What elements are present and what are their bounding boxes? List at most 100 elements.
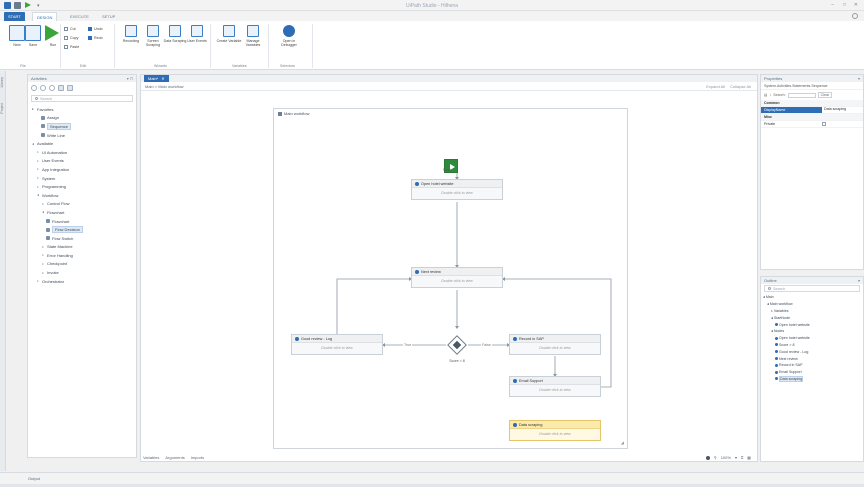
close-button[interactable]: ✕	[854, 2, 858, 8]
outline-item[interactable]: ◂ Main	[763, 294, 863, 301]
expand-arrow-icon[interactable]: ▸	[31, 107, 35, 111]
open-in-debugger-button[interactable]: Open in Debugger	[276, 25, 302, 47]
pin-icon[interactable]: ▾	[858, 278, 860, 283]
outline-item[interactable]: ◂ StartNode	[763, 314, 863, 321]
category-misc[interactable]: Misc	[761, 114, 863, 121]
private-checkbox[interactable]	[822, 122, 826, 126]
run-button[interactable]: Run	[40, 25, 66, 47]
activities-item[interactable]: Flow Decision	[31, 225, 136, 234]
expand-arrow-icon[interactable]: ▹	[36, 167, 40, 171]
activity-next-review[interactable]: Next review Double click to view	[411, 267, 503, 288]
clear-button[interactable]: Clear	[817, 92, 833, 98]
outline-item[interactable]: Open hotel website	[763, 321, 863, 328]
expand-arrow-icon[interactable]: ◂	[771, 329, 773, 333]
activities-search[interactable]: Search	[31, 95, 133, 102]
close-tab-icon[interactable]: ✕	[161, 76, 164, 81]
pin-icon[interactable]: ▾ ⊓	[127, 76, 133, 81]
outline-item[interactable]: Good review - Log	[763, 348, 863, 355]
activity-data-scraping[interactable]: Data scraping Double click to view	[509, 420, 601, 441]
pin-icon[interactable]: ▾	[858, 76, 860, 81]
expand-arrow-icon[interactable]: ▹	[41, 271, 45, 275]
help-icon[interactable]	[852, 13, 858, 19]
outline-item[interactable]: Record in SAP	[763, 362, 863, 369]
output-tab[interactable]: Output	[28, 476, 40, 481]
paste-button[interactable]: Paste	[64, 45, 79, 49]
expand-icon[interactable]	[31, 85, 37, 91]
activities-item[interactable]: Flowchart	[31, 217, 136, 226]
activities-item[interactable]: ▹ Checkpoint	[31, 260, 136, 269]
cut-button[interactable]: Cut	[64, 27, 76, 31]
activity-good-review-log[interactable]: Good review - Log Double click to view	[291, 334, 383, 355]
expand-arrow-icon[interactable]: ◂	[767, 302, 769, 306]
activities-item[interactable]: ▹ App Integration	[31, 165, 136, 174]
expand-arrow-icon[interactable]: ▹	[36, 159, 40, 163]
expand-arrow-icon[interactable]: ▹	[36, 150, 40, 154]
activities-item[interactable]: Assign	[31, 114, 136, 123]
tab-start[interactable]: START	[4, 12, 25, 21]
redo-button[interactable]: Redo	[88, 36, 103, 40]
expand-arrow-icon[interactable]: ◂	[31, 142, 35, 146]
activities-item[interactable]: ▸ Favorites	[31, 105, 136, 114]
expand-arrow-icon[interactable]: ◂	[41, 210, 45, 214]
outline-item[interactable]: Score > 8	[763, 342, 863, 349]
displayname-value[interactable]: Data scraping	[822, 107, 863, 113]
zoom-dropdown-icon[interactable]: ▾	[735, 455, 737, 460]
outline-search[interactable]: Search	[764, 285, 860, 292]
property-private[interactable]: Private	[761, 121, 863, 128]
create-variable-button[interactable]: Create Variable	[216, 25, 242, 43]
category-common[interactable]: Common	[761, 100, 863, 107]
sort-icon[interactable]: ↕	[769, 93, 771, 97]
activity-record-in-sap[interactable]: Record in SAP Double click to view	[509, 334, 601, 355]
tab-setup[interactable]: SETUP	[98, 12, 119, 21]
expand-arrow-icon[interactable]: ▹	[36, 176, 40, 180]
outline-item[interactable]: Data scraping	[763, 375, 863, 383]
collapse-icon[interactable]	[40, 85, 46, 91]
fit-icon[interactable]: ⌗	[741, 455, 743, 460]
expand-arrow-icon[interactable]: ▹	[771, 309, 773, 313]
outline-item[interactable]: Next review	[763, 355, 863, 362]
expand-arrow-icon[interactable]: ▹	[41, 202, 45, 206]
activities-item[interactable]: ◂ Flowchart	[31, 208, 136, 217]
outline-item[interactable]: Email Support	[763, 369, 863, 376]
activities-item[interactable]: ▹ Programming	[31, 182, 136, 191]
property-displayname[interactable]: DisplayName Data scraping	[761, 107, 863, 114]
activities-item[interactable]: Write Line	[31, 131, 136, 140]
undo-button[interactable]: Undo	[88, 27, 103, 31]
tab-main[interactable]: Main* ✕	[144, 75, 169, 82]
resize-grip-icon[interactable]: ◢	[621, 440, 624, 445]
overview-icon[interactable]: ▦	[747, 455, 751, 460]
activities-item[interactable]: ▹ System	[31, 174, 136, 183]
variables-tab[interactable]: Variables	[143, 455, 159, 460]
activities-item[interactable]: ▹ Error Handling	[31, 251, 136, 260]
activities-item[interactable]: ▹ User Events	[31, 157, 136, 166]
maximize-button[interactable]: □	[843, 2, 846, 8]
arguments-tab[interactable]: Arguments	[165, 455, 184, 460]
activities-item[interactable]: Sequence	[31, 122, 136, 131]
activity-email-support[interactable]: Email Support Double click to view	[509, 376, 601, 397]
activities-item[interactable]: Flow Switch	[31, 234, 136, 243]
tab-design[interactable]: DESIGN	[32, 12, 58, 21]
activities-item[interactable]: ▹ Orchestrator	[31, 277, 136, 286]
activities-item[interactable]: ▹ UI Automation	[31, 148, 136, 157]
expand-arrow-icon[interactable]: ▹	[41, 253, 45, 257]
options-icon[interactable]	[67, 85, 73, 91]
expand-arrow-icon[interactable]: ▹	[36, 279, 40, 283]
refresh-icon[interactable]	[49, 85, 55, 91]
activities-item[interactable]: ▹ State Machine	[31, 243, 136, 252]
activity-open-hotel-website[interactable]: Open hotel website Double click to view	[411, 179, 503, 200]
expand-arrow-icon[interactable]: ◂	[763, 295, 765, 299]
outline-item[interactable]: ◂ Nodes	[763, 328, 863, 335]
project-tab[interactable]: Project	[0, 103, 6, 114]
tab-execute[interactable]: EXECUTE	[66, 12, 93, 21]
copy-button[interactable]: Copy	[64, 36, 78, 40]
filter-icon[interactable]	[58, 85, 64, 91]
outline-item[interactable]: ◂ Main workflow	[763, 301, 863, 308]
expand-arrow-icon[interactable]: ▹	[41, 245, 45, 249]
properties-search-input[interactable]	[787, 92, 816, 98]
pan-icon[interactable]	[705, 455, 710, 460]
activities-item[interactable]: ▹ Invoke	[31, 268, 136, 277]
search-icon[interactable]: ⚲	[714, 455, 717, 460]
categorize-icon[interactable]: ▤	[764, 93, 767, 97]
user-events-button[interactable]: User Events	[184, 25, 210, 43]
activities-item[interactable]: ◂ Workflow	[31, 191, 136, 200]
